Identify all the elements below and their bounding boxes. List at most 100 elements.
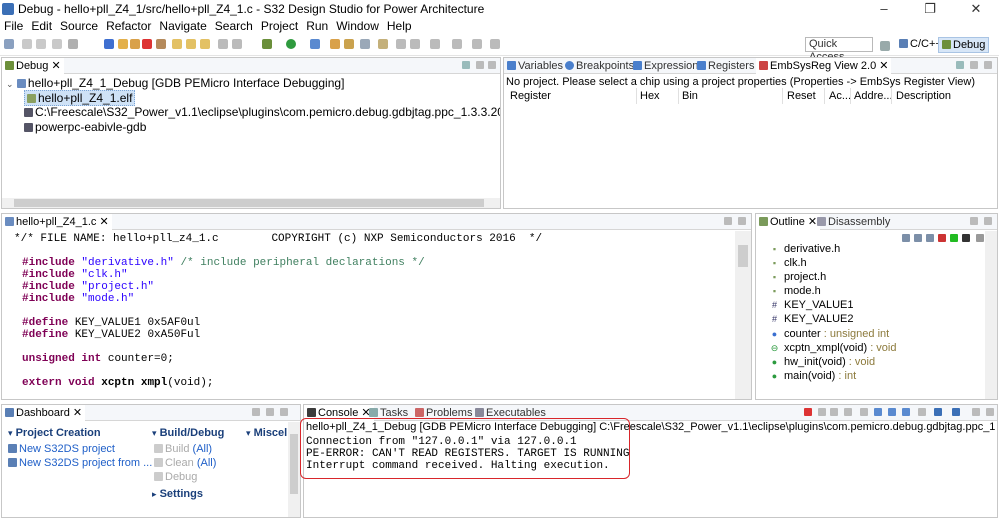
step-return-icon[interactable] [200,39,210,49]
save-all-icon[interactable] [36,39,46,49]
minimize-view-icon[interactable] [970,217,978,225]
debug-server-item[interactable]: C:\Freescale\S32_Power_v1.1\eclipse\plug… [24,105,500,119]
outline-item-clk[interactable]: ▪ clk.h [770,257,807,270]
menu-file[interactable]: File [0,18,27,34]
forward-menu-icon[interactable] [490,39,500,49]
forward-icon[interactable] [472,39,482,49]
reset-icon[interactable] [232,39,242,49]
debug-gdb-item[interactable]: powerpc-eabivle-gdb [24,120,146,134]
editor-v-scrollbar[interactable] [735,231,751,399]
build-debug-header[interactable]: ▾ Build/Debug [152,427,224,439]
maximize-view-icon[interactable] [984,61,992,69]
miscellaneous-header[interactable]: ▾ Miscel [246,427,287,439]
code-line-define-key1[interactable]: #define KEY_VALUE1 0x5AF0ul [22,317,200,329]
display-console-icon[interactable] [934,408,942,416]
code-line-include-mode[interactable]: #include "mode.h" [22,293,134,305]
menu-refactor[interactable]: Refactor [102,18,155,34]
print-icon[interactable] [52,39,62,49]
menu-help[interactable]: Help [383,18,416,34]
open-type-icon[interactable] [344,39,354,49]
build-link[interactable]: Build (All) [154,443,212,455]
next-annotation-icon[interactable] [396,39,406,49]
code-line-include-clk[interactable]: #include "clk.h" [22,269,128,281]
new-s32ds-project-link[interactable]: New S32DS project [8,443,115,455]
col-reset[interactable]: Reset [787,90,816,102]
col-address[interactable]: Addre... [854,90,893,102]
open-console-icon[interactable] [952,408,960,416]
debug-launch-item[interactable]: ⌄ hello+pll_Z4_1_Debug [GDB PEMicro Inte… [6,76,344,91]
build-all-link[interactable]: (All) [193,443,213,455]
view-menu-icon[interactable] [462,61,470,69]
code-header-comment[interactable]: */* FILE NAME: hello+pll_z4_1.c COPYRIGH… [14,233,542,245]
outline-item-xcptn[interactable]: ⊖ xcptn_xmpl(void) : void [770,342,897,355]
sort-icon[interactable] [902,234,910,242]
col-hex[interactable]: Hex [640,90,660,102]
tab-debug[interactable]: Debug ✕ [2,58,64,74]
step-into-icon[interactable] [172,39,182,49]
debug-elf-item[interactable]: hello+pll_Z4_1.elf [24,90,136,106]
clear-console-icon[interactable] [844,408,852,416]
tab-outline[interactable]: Outline ✕ [756,214,821,230]
outline-item-project[interactable]: ▪ project.h [770,271,826,284]
step-over-icon[interactable] [186,39,196,49]
menu-run[interactable]: Run [302,18,332,34]
skip-breakpoints-icon[interactable] [104,39,114,49]
maximize-view-icon[interactable] [280,408,288,416]
maximize-view-icon[interactable] [986,408,994,416]
outline-item-hwinit[interactable]: ● hw_init(void) : void [770,356,875,369]
menu-search[interactable]: Search [211,18,257,34]
tab-embsysreg[interactable]: EmbSysReg View 2.0 ✕ [756,58,892,74]
last-edit-icon[interactable] [430,39,440,49]
close-button[interactable]: ✕ [953,0,999,18]
new-icon[interactable] [4,39,14,49]
tab-breakpoints[interactable]: Breakpoints [562,58,637,74]
show-on-error-icon[interactable] [902,408,910,416]
resume-icon[interactable] [118,39,128,49]
col-description[interactable]: Description [896,90,951,102]
tab-registers[interactable]: Registers [694,58,757,74]
view-menu-icon[interactable] [956,61,964,69]
run-icon[interactable] [286,39,296,49]
outline-item-main[interactable]: ● main(void) : int [770,370,856,383]
menu-edit[interactable]: Edit [27,18,56,34]
suspend-icon[interactable] [130,39,140,49]
tab-variables[interactable]: Variables [504,58,566,74]
terminate-icon[interactable] [142,39,152,49]
dashboard-v-scrollbar[interactable] [288,422,300,517]
tab-editor-file[interactable]: hello+pll_Z4_1.c ✕ [2,214,112,230]
col-register[interactable]: Register [510,90,551,102]
code-line-counter[interactable]: unsigned int counter=0; [22,353,174,365]
code-line-include-derivative[interactable]: #include "derivative.h" /* include perip… [22,257,425,269]
instruction-step-icon[interactable] [218,39,228,49]
hide-inactive-icon[interactable] [950,234,958,242]
quick-access-input[interactable]: Quick Access [805,37,873,63]
outline-item-key2[interactable]: # KEY_VALUE2 [770,313,854,326]
toggle-mark-icon[interactable] [378,39,388,49]
search-tool-icon[interactable] [360,39,370,49]
code-line-define-key2[interactable]: #define KEY_VALUE2 0xA50Ful [22,329,200,341]
scroll-thumb[interactable] [738,245,748,267]
view-menu-icon[interactable] [976,234,984,242]
word-wrap-icon[interactable] [874,408,882,416]
back-icon[interactable] [452,39,462,49]
minimize-view-icon[interactable] [724,217,732,225]
scroll-thumb[interactable] [290,434,298,494]
remove-launch-icon[interactable] [818,408,826,416]
code-line-extern[interactable]: extern void xcptn xmpl(void); [22,377,213,389]
maximize-button[interactable]: ❐ [907,0,953,18]
remove-all-icon[interactable] [830,408,838,416]
minimize-view-icon[interactable] [476,61,484,69]
maximize-view-icon[interactable] [984,217,992,225]
project-creation-header[interactable]: ▾ Project Creation [8,427,101,439]
outline-item-derivative[interactable]: ▪ derivative.h [770,243,840,256]
col-bin[interactable]: Bin [682,90,698,102]
code-line-include-project[interactable]: #include "project.h" [22,281,154,293]
settings-header[interactable]: ▸ Settings [152,488,203,500]
external-tools-icon[interactable] [310,39,320,49]
terminate-console-icon[interactable] [804,408,812,416]
debug-run-icon[interactable] [262,39,272,49]
new-s32ds-project-from-link[interactable]: New S32DS project from ... [8,457,152,469]
open-folder-icon[interactable] [330,39,340,49]
tab-disassembly[interactable]: Disassembly [814,214,893,230]
clean-link[interactable]: Clean (All) [154,457,216,469]
